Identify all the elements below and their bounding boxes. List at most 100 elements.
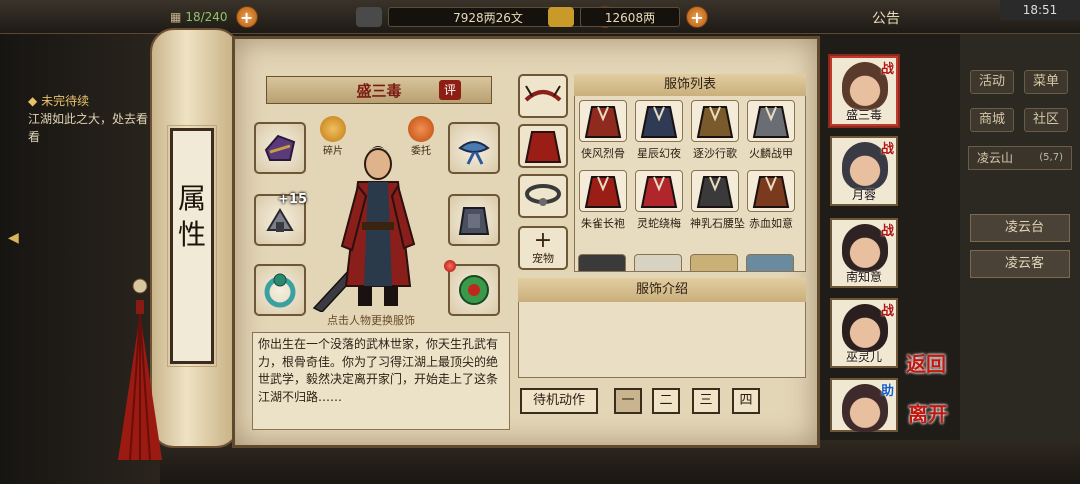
party-member-card[interactable]: 战月蓉 — [830, 136, 898, 206]
outfit-icon — [691, 100, 739, 142]
outfit-name: 神乳石腰坠 — [690, 217, 745, 230]
slot-pendant[interactable] — [448, 264, 500, 316]
community-button[interactable]: 社区 — [1024, 108, 1068, 132]
role-badge: 战 — [880, 142, 894, 157]
quest-text: 江湖如此之大，处去看看 — [28, 112, 149, 144]
character-description: 你出生在一个没落的武林世家，你天生孔武有力，根骨奇佳。你为了习得江湖上最顶尖的绝… — [252, 332, 510, 430]
party-member-card[interactable]: 战盛三毒 — [830, 56, 898, 126]
change-outfit-hint: 点击人物更换服饰 — [327, 314, 415, 327]
party-member-name: 南知意 — [845, 270, 882, 284]
list-item[interactable] — [634, 254, 682, 272]
outfit-name: 侠风烈骨 — [581, 147, 625, 160]
place-item-1[interactable]: 凌云台 — [970, 214, 1070, 242]
ring-icon — [264, 273, 296, 308]
idle-option-3[interactable]: 三 — [692, 388, 720, 414]
tab-headwear[interactable] — [518, 74, 568, 118]
tab-accessory[interactable] — [518, 174, 568, 218]
collapse-arrow-icon[interactable]: ◀ — [8, 230, 19, 246]
role-badge: 战 — [880, 304, 894, 319]
gold-plus-button[interactable]: + — [686, 6, 708, 28]
gold-resource: 12608两 + — [548, 6, 708, 28]
gold-amount: 12608两 — [604, 10, 656, 25]
area-coords: (5,7) — [1039, 152, 1063, 163]
silver-amount: 7928两26文 — [453, 10, 523, 25]
slot-armor[interactable] — [448, 194, 500, 246]
area-name: 凌云山 (5,7) — [968, 146, 1072, 170]
idle-option-2[interactable]: 二 — [652, 388, 680, 414]
idle-option-1[interactable]: 一 — [614, 388, 642, 414]
outfit-list-overflow-row — [574, 254, 806, 272]
list-item[interactable] — [746, 254, 794, 272]
character-name-bar: 盛三毒 评 — [266, 76, 492, 104]
slot-ring[interactable] — [254, 264, 306, 316]
party-member-name: 盛三毒 — [845, 108, 882, 122]
place-item-2[interactable]: 凌云客 — [970, 250, 1070, 278]
role-badge: 助 — [880, 384, 894, 399]
leave-button[interactable]: 离开 — [906, 404, 950, 444]
party-member-card[interactable]: 战巫灵儿 — [830, 298, 898, 368]
role-badge: 战 — [880, 224, 894, 239]
list-item[interactable]: 灵蛇绕梅 — [634, 170, 684, 234]
armor-icon — [458, 207, 490, 235]
headband-tab-icon — [524, 85, 562, 102]
party-member-name: 巫灵儿 — [845, 350, 882, 364]
menu-button[interactable]: 菜单 — [1024, 70, 1068, 94]
gold-ingot-icon — [548, 7, 574, 27]
list-item[interactable] — [578, 254, 626, 272]
back-button[interactable]: 返回 — [904, 354, 948, 394]
outfit-icon — [635, 170, 683, 212]
shop-button[interactable]: 商城 — [970, 108, 1014, 132]
outfit-name: 火麟战甲 — [749, 147, 793, 160]
notice-button[interactable]: 公告 — [872, 8, 900, 28]
tab-pet[interactable]: + 宠物 — [518, 226, 568, 270]
attribute-panel-label[interactable]: 属性 — [167, 125, 217, 367]
clock: 18:51 — [1000, 0, 1080, 20]
silver-icon — [356, 7, 382, 27]
outfit-icon — [691, 170, 739, 212]
outfit-icon — [579, 100, 627, 142]
robe-tab-icon — [524, 131, 562, 163]
role-badge: 战 — [880, 62, 894, 77]
list-item[interactable]: 星辰幻夜 — [634, 100, 684, 164]
list-item[interactable] — [690, 254, 738, 272]
slot-gloves[interactable] — [254, 122, 306, 174]
party-member-card[interactable]: 助 — [830, 378, 898, 432]
character-name: 盛三毒 — [356, 81, 402, 100]
notification-dot — [444, 260, 456, 272]
jade-pendant-icon — [459, 275, 489, 305]
list-item[interactable]: 火麟战甲 — [746, 100, 796, 164]
list-item[interactable]: 朱雀长袍 — [578, 170, 628, 234]
quest-title: 未完待续 — [41, 94, 90, 108]
gloves-icon — [264, 134, 296, 161]
outfit-intro-title: 服饰介绍 — [518, 278, 806, 302]
tab-clothing[interactable] — [518, 124, 568, 168]
bag-capacity: ▦ 18/240 + — [170, 6, 258, 28]
enhance-bonus: +15 — [278, 192, 307, 207]
pet-label: 宠物 — [532, 252, 554, 265]
outfit-name: 逐沙行歌 — [693, 147, 737, 160]
list-item[interactable]: 赤血如意 — [746, 170, 796, 234]
outfit-icon — [635, 100, 683, 142]
attribute-title: 属性 — [177, 182, 206, 251]
list-item[interactable]: 神乳石腰坠 — [690, 170, 745, 234]
outfit-name: 赤血如意 — [749, 217, 793, 230]
bag-label-icon: ▦ — [170, 10, 182, 24]
activity-button[interactable]: 活动 — [970, 70, 1014, 94]
quest-tracker[interactable]: ◆ 未完待续 江湖如此之大，处去看看 — [28, 92, 158, 146]
character-figure[interactable] — [312, 136, 438, 312]
list-item[interactable]: 逐沙行歌 — [690, 100, 740, 164]
outfit-icon — [747, 170, 795, 212]
slot-headgear[interactable] — [448, 122, 500, 174]
headband-icon — [458, 141, 490, 165]
idle-action-button[interactable]: 待机动作 — [520, 388, 598, 414]
rate-button[interactable]: 评 — [439, 80, 461, 100]
party-member-card[interactable]: 战南知意 — [830, 218, 898, 288]
tassel-icon — [118, 278, 162, 461]
top-bar: ▦ 18/240 + 7928两26文 + 12608两 + 公告 18:51 — [0, 0, 1080, 34]
bag-plus-button[interactable]: + — [235, 6, 258, 28]
belt-tab-icon — [525, 184, 561, 206]
idle-option-4[interactable]: 四 — [732, 388, 760, 414]
bag-count: 18/240 — [185, 10, 228, 24]
list-item[interactable]: 侠风烈骨 — [578, 100, 628, 164]
outfit-icon — [579, 170, 627, 212]
